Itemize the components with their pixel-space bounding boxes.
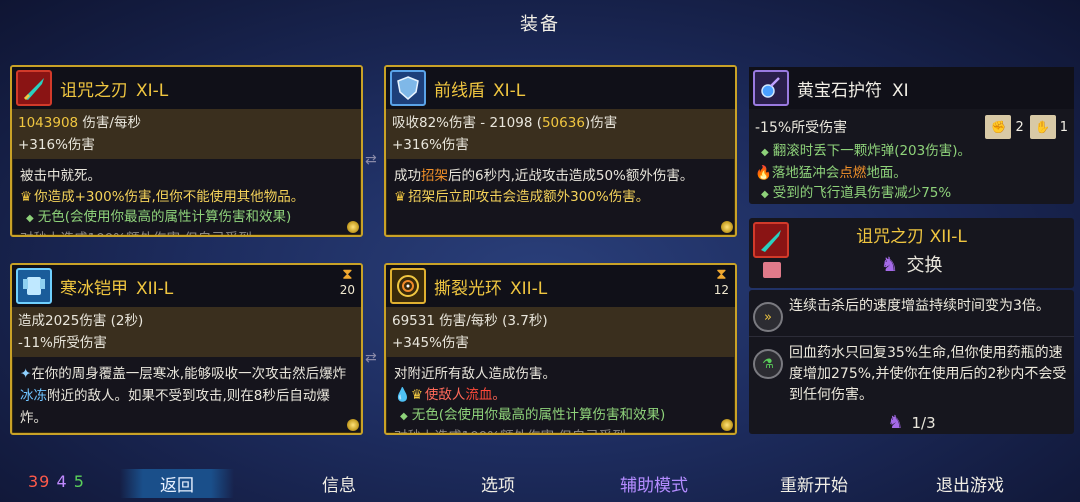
- crown-icon: ♛: [20, 189, 33, 205]
- item-stats: 造成2025伤害 (2秒) -11%所受伤害: [12, 307, 361, 357]
- amulet-stats: -15%所受伤害 ✊ 2 ✋ 1: [749, 109, 1074, 141]
- armor-icon: [16, 268, 52, 304]
- item-name: 前线盾 XI-L: [434, 80, 526, 101]
- amulet-effects: ◆ 翻滚时丢下一颗炸弹(203伤害)。 🔥落地猛冲会点燃地面。 ◆ 受到的飞行道具伤…: [755, 143, 972, 201]
- bottom-bar: 39 4 5 返回 信息 选项 辅助模式 重新开始 退出游戏: [0, 466, 1080, 500]
- item-card-frost-armor[interactable]: 寒冰铠甲 XII-L ⧗ 20 造成2025伤害 (2秒) -11%所受伤害 ✦在你…: [10, 263, 363, 435]
- hourglass-icon: ⧗: [716, 265, 727, 283]
- scroll-green: ✋ 1: [1029, 115, 1068, 139]
- aura-icon: [390, 268, 426, 304]
- item-description: 成功招架后的6秒内,近战攻击造成50%额外伤害。 ♛ 招架后立即攻击会造成额外30…: [394, 168, 694, 205]
- cooldown: ⧗ 20: [339, 265, 355, 297]
- item-stats: 69531 伤害/每秒 (3.7秒) +345%伤害: [386, 307, 735, 357]
- item-stats: 1043908 伤害/每秒 +316%伤害: [12, 109, 361, 159]
- skull-icon: [763, 262, 781, 278]
- green-scroll-icon: ✋: [1029, 115, 1056, 139]
- item-stats: 吸收82%伤害 - 21098 (50636)伤害 +316%伤害: [386, 109, 735, 159]
- diamond-icon: ◆: [761, 189, 769, 200]
- swap-button[interactable]: ♞ 交换: [749, 251, 1074, 277]
- connector-arrow-icon: ⇄: [365, 152, 377, 168]
- diamond-icon: ◆: [26, 213, 34, 224]
- hourglass-icon: ⧗: [342, 265, 353, 283]
- diamond-icon: ◆: [400, 411, 408, 422]
- item-card-cursed-blade[interactable]: 诅咒之刃 XI-L 1043908 伤害/每秒 +316%伤害 被击中就死。 ♛ 你…: [10, 65, 363, 237]
- item-card-tearing-aura[interactable]: 撕裂光环 XII-L ⧗ 12 69531 伤害/每秒 (3.7秒) +345%伤害…: [384, 263, 737, 435]
- fire-icon: 🔥: [755, 165, 772, 181]
- sword-icon: [753, 222, 789, 258]
- connector-arrow-icon: ⇄: [365, 350, 377, 366]
- amulet-header: 黄宝石护符 XI: [749, 67, 1074, 109]
- item-header: 撕裂光环 XII-L ⧗ 12: [386, 265, 735, 307]
- horse-icon: ♞: [880, 252, 899, 276]
- item-description: 被击中就死。 ♛ 你造成+300%伤害,但你不能使用其他物品。 ◆ 无色(会使用你最…: [20, 168, 305, 235]
- item-header: 诅咒之刃 XI-L: [12, 67, 361, 109]
- item-description: ✦在你的周身覆盖一层寒冰,能够吸收一次攻击然后爆炸冰冻附近的敌人。如果不受到攻击…: [20, 366, 347, 426]
- sword-icon: [16, 70, 52, 106]
- cell-counter: 39 4 5: [28, 472, 85, 491]
- quit-button[interactable]: 退出游戏: [936, 471, 1004, 496]
- amulet-panel[interactable]: 黄宝石护符 XI -15%所受伤害 ✊ 2 ✋ 1 ◆ 翻滚时丢下一颗炸弹(203伤害)…: [749, 67, 1074, 204]
- crown-icon: ♛: [394, 189, 407, 205]
- info-button[interactable]: 信息: [322, 471, 356, 496]
- back-button[interactable]: 返回: [120, 469, 234, 498]
- item-name: 寒冰铠甲 XII-L: [60, 278, 174, 299]
- item-card-front-shield[interactable]: 前线盾 XI-L 吸收82%伤害 - 21098 (50636)伤害 +316%伤…: [384, 65, 737, 237]
- potion-icon: ⚗: [753, 349, 783, 379]
- shield-icon: [390, 70, 426, 106]
- options-button[interactable]: 选项: [481, 471, 515, 496]
- amulet-icon: [753, 70, 789, 106]
- item-header: 前线盾 XI-L: [386, 67, 735, 109]
- speed-boost-icon: »: [753, 302, 783, 332]
- sparkle-icon: ✦: [20, 366, 32, 382]
- diamond-icon: ◆: [761, 147, 769, 158]
- red-scroll-icon: ✊: [985, 115, 1012, 139]
- mutation-row[interactable]: ⚗ 回血药水只回复35%生命,但你使用药瓶的速度增加275%,并使你在使用后的2…: [749, 336, 1074, 410]
- item-description: 对附近所有敌人造成伤害。 💧♛ 使敌人流血。 ◆ 无色(会使用你最高的属性计算伤害和…: [394, 366, 666, 433]
- item-name: 诅咒之刃 XI-L: [60, 80, 169, 101]
- mutations-panel: » 连续击杀后的速度增益持续时间变为3倍。 ⚗ 回血药水只回复35%生命,但你使…: [749, 290, 1074, 434]
- screen-title: 装备: [520, 14, 560, 35]
- cooldown: ⧗ 12: [713, 265, 729, 297]
- horse-icon: ♞: [887, 412, 904, 433]
- mutation-count: ♞ 1/3: [887, 412, 936, 433]
- item-header: 寒冰铠甲 XII-L ⧗ 20: [12, 265, 361, 307]
- crown-icon: ♛: [410, 387, 423, 403]
- mutation-row[interactable]: » 连续击杀后的速度增益持续时间变为3倍。: [749, 290, 1074, 336]
- swap-panel[interactable]: 诅咒之刃 XII-L ♞ 交换: [749, 218, 1074, 288]
- item-name: 撕裂光环 XII-L: [434, 278, 548, 299]
- swap-item-name: 诅咒之刃 XII-L: [856, 227, 967, 247]
- scroll-red: ✊ 2: [985, 115, 1024, 139]
- restart-button[interactable]: 重新开始: [780, 471, 848, 496]
- amulet-name: 黄宝石护符 XI: [797, 80, 909, 101]
- assist-mode-button[interactable]: 辅助模式: [620, 471, 688, 496]
- blood-drop-icon: 💧: [394, 387, 411, 403]
